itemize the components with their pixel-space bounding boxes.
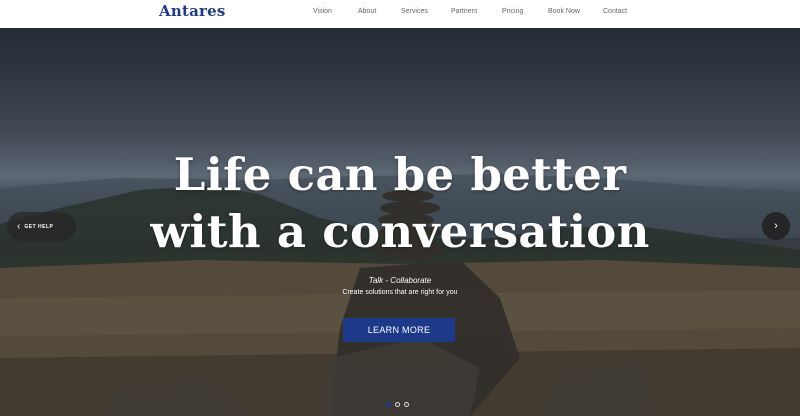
headline-line-2: with a conversation	[150, 205, 650, 258]
get-help-label: GET HELP	[24, 223, 54, 230]
chevron-right-icon: ›	[774, 220, 778, 232]
slider-dot-3[interactable]	[404, 402, 409, 407]
site-header: Antares Vision About Services Partners P…	[0, 0, 800, 28]
nav-item-about[interactable]: About	[358, 8, 376, 15]
nav-item-partners[interactable]: Partners	[451, 8, 477, 15]
next-slide-button[interactable]: ›	[762, 212, 790, 240]
hero-slider: Life can be better with a conversation T…	[0, 28, 800, 416]
slider-dots	[386, 402, 409, 410]
slider-dot-1[interactable]	[386, 402, 391, 407]
nav-item-services[interactable]: Services	[401, 8, 428, 15]
get-help-button[interactable]: ‹ GET HELP	[7, 212, 76, 241]
nav-item-vision[interactable]: Vision	[313, 8, 332, 15]
nav-item-contact[interactable]: Contact	[603, 8, 627, 15]
slider-dot-2[interactable]	[395, 402, 400, 407]
main-nav: Vision About Services Partners Pricing B…	[0, 8, 800, 20]
chevron-left-icon: ‹	[17, 220, 21, 232]
hero-subtext: Create solutions that are right for you	[342, 289, 458, 296]
nav-item-book-now[interactable]: Book Now	[548, 8, 580, 15]
hero-headline: Life can be better with a conversation	[0, 146, 800, 260]
nav-item-pricing[interactable]: Pricing	[502, 8, 523, 15]
hero-tagline: Talk - Collaborate	[368, 276, 432, 285]
learn-more-button[interactable]: LEARN MORE	[343, 318, 455, 342]
headline-line-1: Life can be better	[173, 148, 627, 201]
